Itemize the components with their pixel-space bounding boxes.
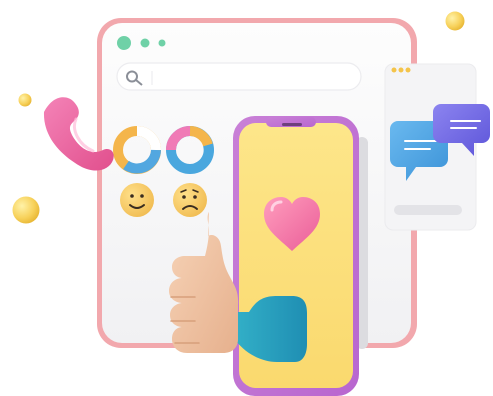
window-dot-2[interactable] xyxy=(140,38,150,48)
decorative-orb-top-right xyxy=(445,11,465,31)
happy-face-icon xyxy=(120,183,154,217)
decorative-orb-left-large xyxy=(12,196,40,224)
social-feedback-illustration xyxy=(12,11,490,396)
illustration-stage xyxy=(0,0,493,396)
window-dot-3[interactable] xyxy=(158,39,166,47)
sad-face-icon xyxy=(173,183,207,217)
decorative-orb-left-small xyxy=(18,93,32,107)
window-dot-1[interactable] xyxy=(117,36,131,50)
search-bar[interactable] xyxy=(116,62,362,91)
chat-input-bar[interactable] xyxy=(394,205,462,215)
